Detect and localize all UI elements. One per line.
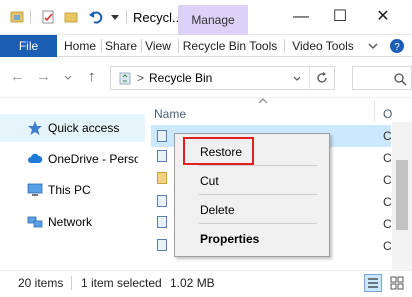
search-icon: [394, 73, 407, 86]
network-icon: [27, 216, 43, 228]
undo-icon[interactable]: [88, 9, 104, 25]
row-original-location: C: [383, 239, 392, 253]
refresh-icon[interactable]: [315, 71, 329, 85]
tab-share[interactable]: Share: [102, 35, 140, 57]
sidebar-item-label: Quick access: [48, 121, 120, 135]
up-arrow-icon[interactable]: ↑: [88, 68, 96, 85]
row-original-location: C: [383, 217, 392, 231]
tab-separator: [178, 39, 179, 53]
cloud-icon: [28, 153, 43, 163]
window-title: Recycl...: [133, 10, 183, 25]
menu-item-cut[interactable]: Cut: [200, 174, 219, 188]
sidebar-item-quick-access[interactable]: Quick access: [0, 114, 145, 142]
file-icon: [157, 150, 167, 162]
navigation-pane: Quick access OneDrive - Perso This PC Ne…: [0, 98, 145, 270]
close-icon[interactable]: ✕: [368, 6, 398, 28]
properties-icon[interactable]: [40, 9, 56, 25]
sort-chevron-icon: [258, 98, 268, 104]
column-separator[interactable]: [374, 100, 375, 122]
address-dropdown-icon[interactable]: [293, 76, 301, 82]
minimize-icon[interactable]: —: [286, 6, 316, 28]
file-icon: [157, 130, 167, 142]
chevron-down-icon[interactable]: [368, 42, 378, 50]
scrollbar-thumb[interactable]: [396, 160, 408, 230]
toolbar-separator: [30, 10, 31, 24]
svg-text:?: ?: [394, 42, 400, 53]
sidebar-item-label: Network: [48, 215, 93, 229]
back-arrow-icon[interactable]: ←: [10, 68, 25, 85]
tab-file[interactable]: File: [0, 35, 57, 57]
recent-dropdown-icon[interactable]: [64, 75, 72, 81]
menu-item-delete[interactable]: Delete: [200, 203, 235, 217]
maximize-icon[interactable]: ☐: [325, 6, 355, 28]
search-input[interactable]: [352, 66, 412, 90]
row-original-location: C: [383, 151, 392, 165]
sidebar-item-this-pc[interactable]: This PC: [0, 176, 145, 204]
large-icons-view-icon[interactable]: [388, 274, 406, 292]
file-icon: [157, 239, 167, 251]
row-original-location: C: [383, 195, 392, 209]
tab-view[interactable]: View: [142, 35, 174, 57]
breadcrumb-separator: >: [137, 71, 145, 85]
status-separator: [71, 276, 72, 290]
menu-separator: [199, 194, 317, 195]
folder-icon: [157, 172, 167, 184]
file-icon: [157, 195, 167, 207]
sidebar-item-network[interactable]: Network: [0, 208, 145, 236]
restore-highlight-box: [183, 137, 254, 165]
status-selection: 1 item selected: [81, 276, 162, 290]
tab-recycle-bin-tools[interactable]: Recycle Bin Tools: [180, 35, 280, 57]
file-icon: [157, 216, 167, 228]
details-view-icon[interactable]: [364, 274, 382, 292]
status-item-count: 20 items: [18, 276, 64, 290]
pc-icon: [27, 183, 43, 196]
row-original-location: C: [383, 173, 392, 187]
ribbon-tabs: File Home Share View Recycle Bin Tools V…: [0, 35, 412, 57]
recycle-bin-icon: [119, 72, 131, 85]
menu-separator: [199, 165, 317, 166]
row-original-location: C: [383, 129, 392, 143]
star-icon: [28, 121, 42, 135]
tab-separator: [284, 39, 285, 53]
tab-video-tools[interactable]: Video Tools: [287, 35, 359, 57]
menu-item-properties[interactable]: Properties: [200, 232, 259, 246]
column-header-name[interactable]: Name: [154, 107, 186, 121]
tab-home[interactable]: Home: [60, 35, 100, 57]
folder-icon: [10, 11, 24, 23]
column-header-original-location[interactable]: O: [383, 107, 392, 121]
sidebar-item-onedrive[interactable]: OneDrive - Perso: [0, 145, 145, 173]
address-area: ← → ↑ > Recycle Bin: [0, 58, 412, 98]
new-folder-icon[interactable]: [63, 9, 79, 25]
sidebar-item-label: OneDrive - Perso: [48, 152, 138, 166]
address-separator: [309, 67, 310, 89]
sidebar-item-label: This PC: [48, 183, 91, 197]
title-separator: [126, 10, 127, 24]
dropdown-icon[interactable]: [111, 14, 119, 22]
breadcrumb[interactable]: Recycle Bin: [149, 71, 212, 85]
help-icon[interactable]: ?: [389, 38, 405, 54]
status-size: 1.02 MB: [170, 276, 215, 290]
title-bar: Recycl... Manage — ☐ ✕: [0, 0, 412, 35]
forward-arrow-icon[interactable]: →: [36, 68, 51, 85]
menu-separator: [199, 223, 317, 224]
address-bar[interactable]: > Recycle Bin: [110, 66, 335, 90]
tab-manage[interactable]: Manage: [178, 5, 248, 35]
